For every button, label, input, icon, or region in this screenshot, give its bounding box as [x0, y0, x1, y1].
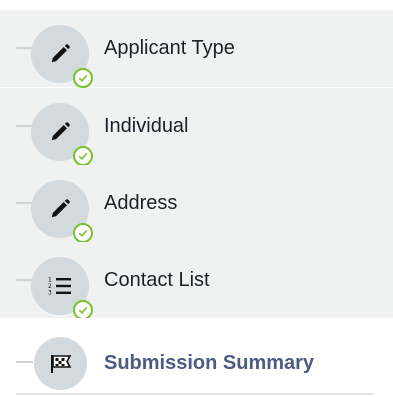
- check-circle-icon: [73, 223, 93, 243]
- check-circle-icon: [73, 300, 93, 320]
- checkered-flag-icon: [34, 337, 87, 390]
- step-label: Applicant Type: [104, 37, 235, 59]
- check-circle-icon: [73, 146, 93, 166]
- step-submission-summary[interactable]: Submission Summary: [0, 318, 393, 395]
- step-contact-list[interactable]: 1 2 3 Contact List: [0, 242, 393, 320]
- step-label: Submission Summary: [104, 352, 315, 374]
- svg-text:3: 3: [48, 290, 52, 297]
- step-individual[interactable]: Individual: [0, 88, 393, 166]
- check-circle-icon: [73, 68, 93, 88]
- step-address[interactable]: Address: [0, 165, 393, 243]
- step-circle: [34, 337, 87, 390]
- step-label: Address: [104, 192, 178, 214]
- step-label: Contact List: [104, 269, 210, 291]
- progress-stepper: Applicant Type Individual Address 1 2 3 …: [0, 0, 393, 397]
- step-connector-line: [16, 361, 33, 363]
- divider: [16, 393, 373, 395]
- step-label: Individual: [104, 115, 189, 137]
- step-applicant-type[interactable]: Applicant Type: [0, 10, 393, 88]
